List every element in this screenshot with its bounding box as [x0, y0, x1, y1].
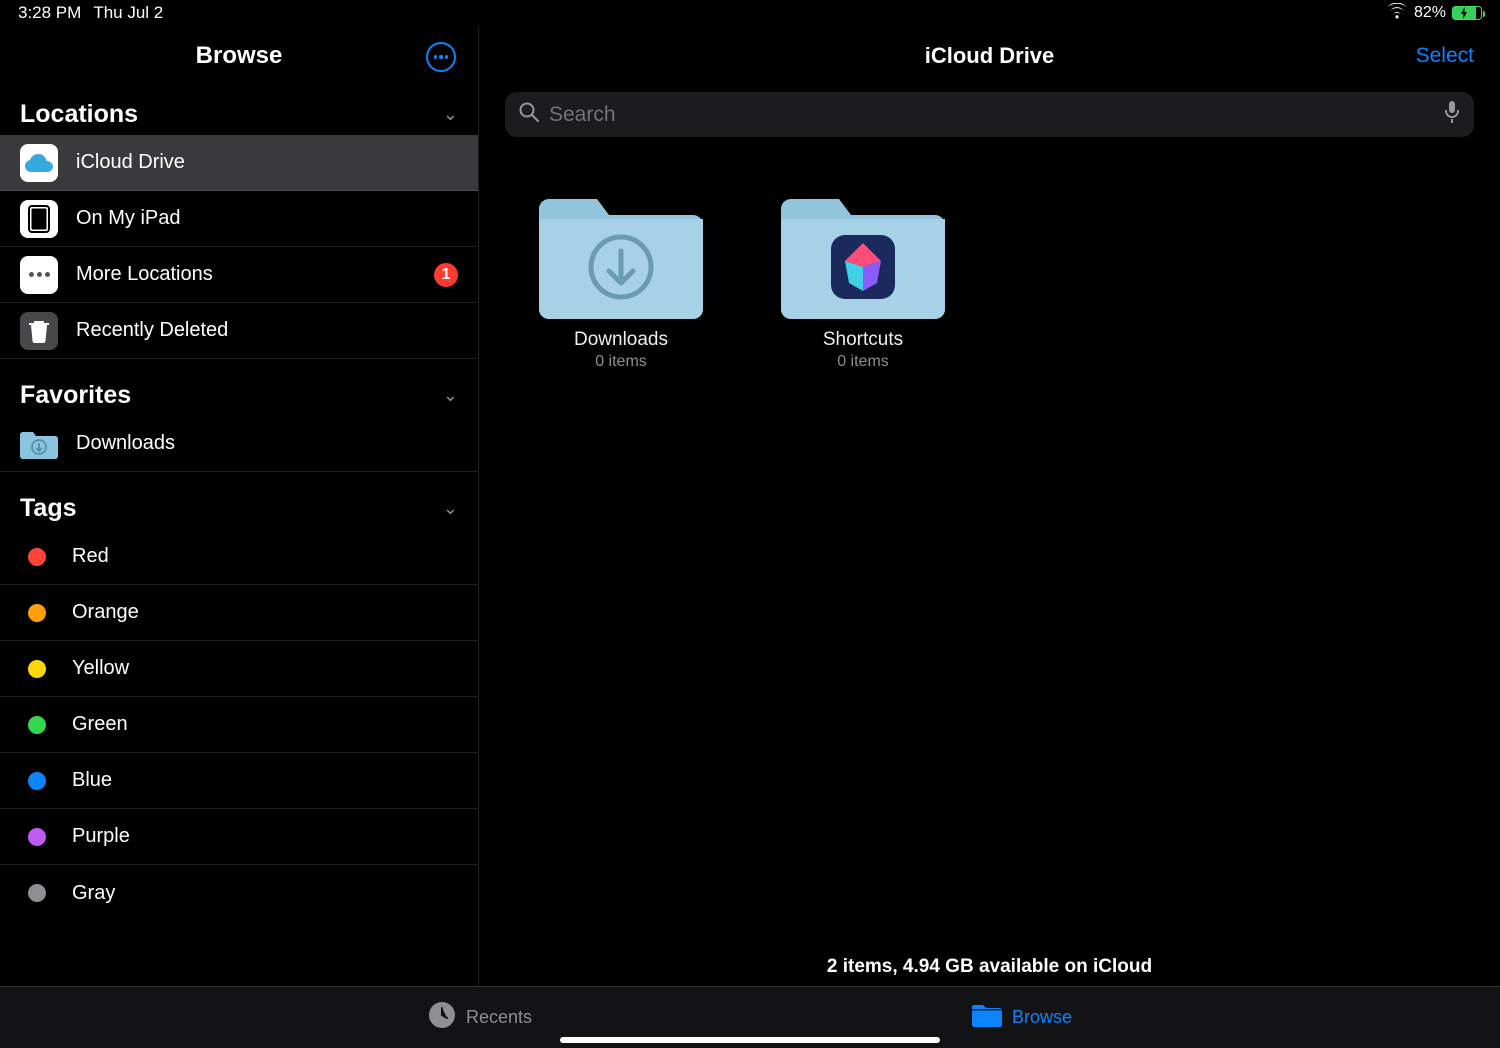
tag-label: Gray [72, 882, 458, 905]
tag-label: Green [72, 713, 458, 736]
folder-name: Downloads [574, 329, 668, 351]
search-input[interactable] [549, 103, 1434, 127]
tab-browse[interactable]: Browse [972, 1003, 1072, 1032]
sidebar-item-label: Downloads [76, 432, 458, 455]
ellipsis-icon [20, 256, 58, 294]
tag-dot-icon [28, 884, 46, 902]
tab-label: Recents [466, 1007, 532, 1028]
tags-title: Tags [20, 494, 77, 523]
tag-dot-icon [28, 716, 46, 734]
sidebar-item-label: On My iPad [76, 207, 458, 230]
sidebar-item-recently-deleted[interactable]: Recently Deleted [0, 303, 478, 359]
tag-dot-icon [28, 660, 46, 678]
sidebar-item-on-my-ipad[interactable]: On My iPad [0, 191, 478, 247]
page-title: iCloud Drive [925, 43, 1055, 69]
ipad-icon [20, 200, 58, 238]
more-options-button[interactable] [426, 42, 456, 72]
downloads-folder-icon [20, 425, 58, 463]
search-icon [519, 102, 539, 128]
folder-subtitle: 0 items [837, 353, 889, 371]
tag-dot-icon [28, 772, 46, 790]
section-favorites-header[interactable]: Favorites ⌄ [0, 359, 478, 416]
folder-icon [781, 191, 945, 319]
status-time: 3:28 PM [18, 3, 81, 23]
tag-label: Red [72, 545, 458, 568]
sidebar-tag-red[interactable]: Red [0, 529, 478, 585]
folder-subtitle: 0 items [595, 353, 647, 371]
chevron-down-icon: ⌄ [443, 498, 458, 519]
sidebar-item-more-locations[interactable]: More Locations 1 [0, 247, 478, 303]
tab-recents[interactable]: Recents [428, 1001, 532, 1034]
sidebar-tag-blue[interactable]: Blue [0, 753, 478, 809]
tag-dot-icon [28, 548, 46, 566]
tag-label: Blue [72, 769, 458, 792]
sidebar-tag-purple[interactable]: Purple [0, 809, 478, 865]
sidebar-tag-yellow[interactable]: Yellow [0, 641, 478, 697]
battery-icon [1452, 6, 1482, 20]
select-button[interactable]: Select [1416, 44, 1474, 68]
chevron-down-icon: ⌄ [443, 104, 458, 125]
main-panel: iCloud Drive Select Downloads0 itemsShor… [479, 26, 1500, 986]
sidebar-tag-orange[interactable]: Orange [0, 585, 478, 641]
sidebar-item-icloud-drive[interactable]: iCloud Drive [0, 135, 478, 191]
sidebar-item-label: More Locations [76, 263, 416, 286]
home-indicator[interactable] [560, 1037, 940, 1043]
sidebar-tag-green[interactable]: Green [0, 697, 478, 753]
badge-count: 1 [434, 263, 458, 287]
tag-label: Yellow [72, 657, 458, 680]
sidebar-title: Browse [196, 42, 283, 70]
battery-pct: 82% [1414, 4, 1446, 22]
sidebar-item-downloads[interactable]: Downloads [0, 416, 478, 472]
mic-icon[interactable] [1444, 101, 1460, 129]
sidebar-item-label: iCloud Drive [76, 151, 458, 174]
folder-name: Shortcuts [823, 329, 903, 351]
locations-title: Locations [20, 100, 138, 129]
clock-icon [428, 1001, 456, 1034]
status-bar: 3:28 PM Thu Jul 2 82% [0, 0, 1500, 26]
storage-status: 2 items, 4.94 GB available on iCloud [479, 956, 1500, 978]
favorites-title: Favorites [20, 381, 131, 410]
search-field[interactable] [505, 92, 1474, 137]
wifi-icon [1386, 3, 1408, 24]
section-tags-header[interactable]: Tags ⌄ [0, 472, 478, 529]
tag-label: Purple [72, 825, 458, 848]
section-locations-header[interactable]: Locations ⌄ [0, 86, 478, 135]
tag-label: Orange [72, 601, 458, 624]
trash-icon [20, 312, 58, 350]
tag-dot-icon [28, 604, 46, 622]
folder-shortcuts[interactable]: Shortcuts 0 items [781, 191, 945, 371]
tag-dot-icon [28, 828, 46, 846]
folder-downloads[interactable]: Downloads 0 items [539, 191, 703, 371]
chevron-down-icon: ⌄ [443, 385, 458, 406]
status-date: Thu Jul 2 [93, 3, 163, 23]
sidebar-item-label: Recently Deleted [76, 319, 458, 342]
tab-label: Browse [1012, 1007, 1072, 1028]
sidebar: Browse Locations ⌄ iCloud Drive On My iP… [0, 26, 479, 986]
folder-icon [539, 191, 703, 319]
folder-icon [972, 1003, 1002, 1032]
icloud-icon [20, 144, 58, 182]
sidebar-tag-gray[interactable]: Gray [0, 865, 478, 921]
